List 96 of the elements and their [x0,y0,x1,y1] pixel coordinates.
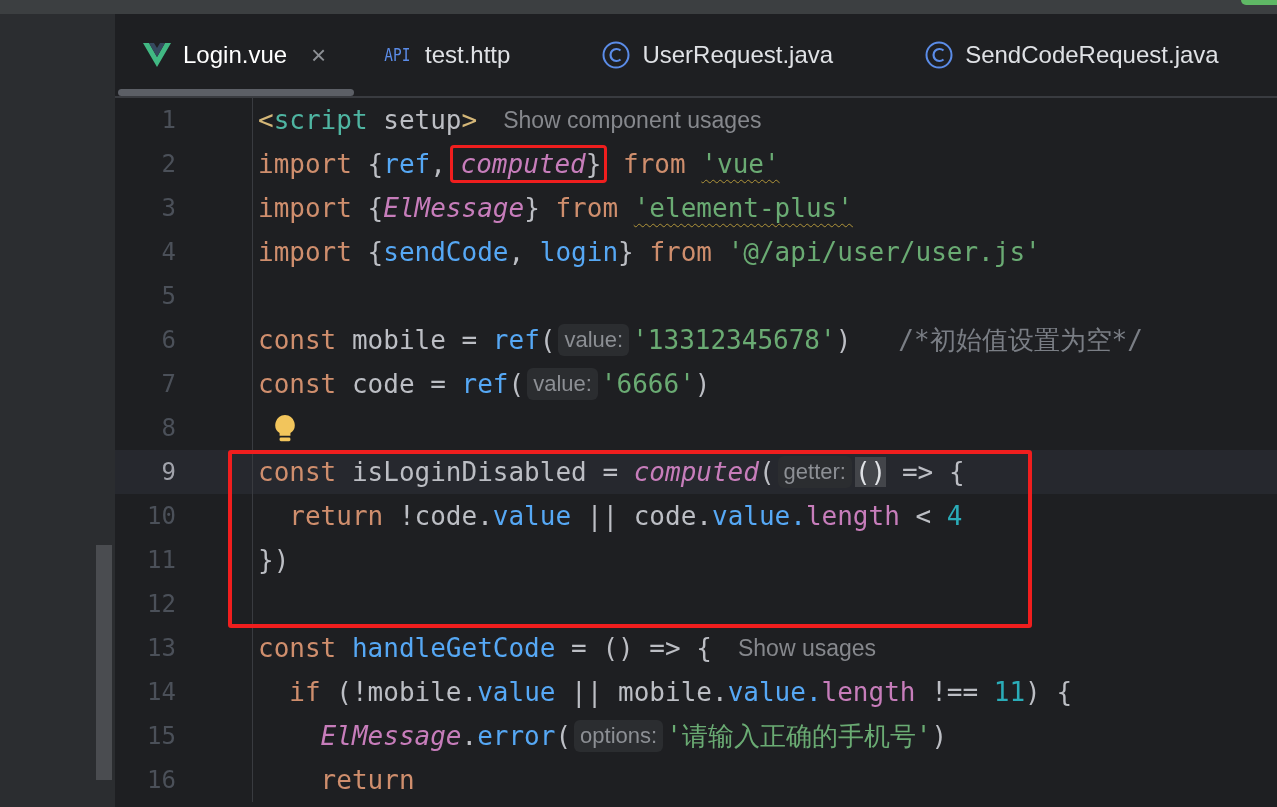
code-text: } [524,193,541,223]
code-text: { [366,237,384,267]
imported-name: computed [460,149,586,179]
code-text: } [618,237,635,267]
code-text: ) [931,721,948,751]
usages-link[interactable]: Show usages [737,634,877,662]
inlay-hint: options: [574,720,664,752]
keyword: const [258,457,337,487]
code-text: setup [382,105,462,135]
code-comment: /*初始值设置为空*/ [898,323,1143,357]
imported-name: computed [633,457,759,487]
tag-bracket: < [258,105,274,135]
editor-tab[interactable]: UserRequest.java [574,14,862,96]
keyword: return [319,765,415,795]
code-text: }) [258,545,290,575]
keyword: const [258,369,337,399]
code-text: { [366,193,384,223]
code-text: !== [930,677,980,707]
keyword: from [555,193,620,223]
status-indicator [1241,0,1277,5]
keyword: from [649,237,713,267]
property-name: length [805,501,900,531]
keyword: const [258,325,337,355]
imported-name: ElMessage [319,721,462,751]
code-text: => { [900,457,965,487]
code-text: mobile = [350,325,479,355]
code-text: (!mobile. [335,677,478,707]
function-name: ref [492,325,540,355]
tab-label: UserRequest.java [642,41,834,69]
code-text: < [914,501,933,531]
function-name: value [492,501,572,531]
inlay-hint: getter: [777,456,852,488]
string-literal: 'element-plus' [633,193,853,223]
close-button[interactable]: × [311,39,327,71]
keyword: const [258,633,338,663]
lightbulb-icon[interactable] [274,413,296,443]
keyword: import [258,149,352,179]
number-literal: 4 [946,501,963,531]
string-literal: 'vue' [701,149,780,179]
scrollbar-thumb[interactable] [96,545,112,780]
tag-name: script [273,105,368,135]
code-text: ( [539,325,556,355]
vue-logo-icon [143,43,171,67]
string-literal: '@/api/user/user.js' [727,237,1041,267]
tab-label: SendCodeRequest.java [965,41,1219,69]
api-icon: API [384,45,411,65]
tag-bracket: > [461,105,478,135]
function-name: value. [727,677,822,707]
code-text: ) [835,325,853,355]
code-text: ) { [1025,677,1073,707]
code-text: . [461,721,478,751]
class-icon [925,41,954,69]
string-literal: '请输入正确的手机号' [666,719,932,753]
function-name: ref [383,149,431,179]
function-name: sendCode [383,237,509,267]
function-name: ref [461,369,509,399]
usages-link[interactable]: Show component usages [503,106,762,134]
tab-label: Login.vue [183,41,288,69]
code-text: = () => { [570,633,712,663]
code-text: ( [555,721,572,751]
string-literal: '6666' [600,369,695,399]
imported-name: ElMessage [383,193,525,223]
code-text: !code. [397,501,493,531]
inlay-hint: value: [558,324,630,356]
string-literal: '13312345678' [632,325,836,355]
code-text: ( [758,457,775,487]
keyword: return [288,501,384,531]
code-text: { [366,149,384,179]
code-text: || mobile. [570,677,728,707]
code-text: ) [694,369,711,399]
property-name: length [821,677,916,707]
function-name: error [477,721,556,751]
code-text: code = [350,369,447,399]
function-name: handleGetCode [351,633,556,663]
line-number: 9 [160,458,176,486]
editor-tab[interactable]: Login.vue × [115,14,355,96]
tab-label: test.http [425,41,511,69]
editor-tab[interactable]: API test.http [354,14,539,96]
code-text: || code. [585,501,712,531]
keyword: if [288,677,321,707]
keyword: from [622,149,687,179]
keyword: import [258,237,352,267]
function-name: value [477,677,556,707]
inlay-hint: value: [527,368,598,400]
function-name: login [539,237,619,267]
code-text: , [508,237,526,267]
matched-parens: () [854,457,887,487]
class-icon [602,41,631,69]
number-literal: 11 [993,677,1026,707]
keyword: import [258,193,352,223]
code-text: } [585,149,602,179]
code-text: , [430,149,447,179]
editor-tab[interactable]: SendCodeRequest.java [897,14,1247,96]
code-text: ( [508,369,525,399]
code-text: isLoginDisabled = [350,457,620,487]
function-name: value. [712,501,806,531]
